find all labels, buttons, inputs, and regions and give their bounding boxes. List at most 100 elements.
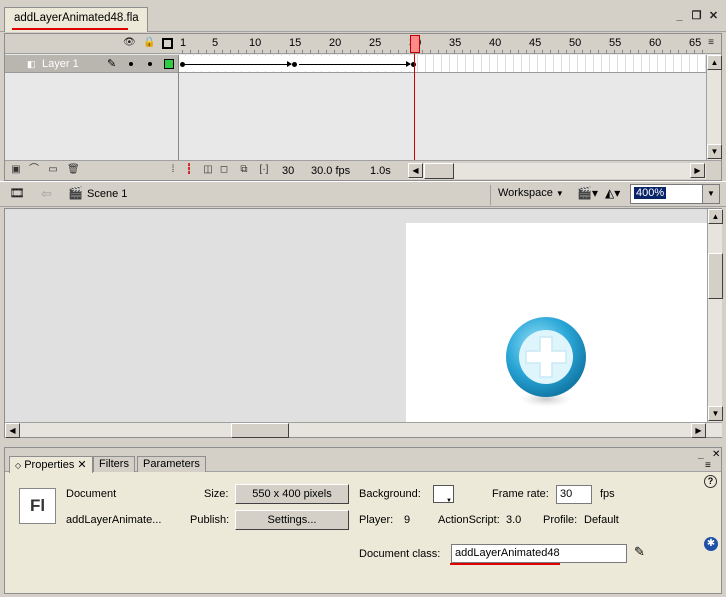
publish-settings-button[interactable]: Settings... <box>235 510 349 530</box>
chevron-down-icon: ▼ <box>555 189 564 198</box>
document-class-input[interactable]: addLayerAnimated48 <box>451 544 627 563</box>
close-icon[interactable]: ✕ <box>712 449 720 460</box>
outline-icon[interactable] <box>162 38 173 49</box>
ruler-tick <box>310 50 311 54</box>
scroll-thumb[interactable] <box>424 163 454 179</box>
add-motion-guide-icon[interactable]: ⌒ <box>28 164 40 176</box>
ruler-frame-label: 55 <box>609 37 622 49</box>
ruler-tick <box>374 50 375 54</box>
stage-vscroll[interactable]: ▲ ▼ <box>707 209 723 422</box>
frame-rate-input[interactable]: 30 <box>556 485 592 504</box>
ruler-frame-label: 1 <box>180 37 187 49</box>
document-class-label: Document class: <box>359 548 441 560</box>
ruler-tick <box>334 50 335 54</box>
ruler-tick <box>238 50 239 54</box>
edit-symbols-icon[interactable]: ◭▾ <box>605 186 620 200</box>
zoom-combobox[interactable]: 400% ▼ <box>630 184 720 204</box>
playhead[interactable] <box>410 35 420 53</box>
ruler-tick <box>670 50 671 54</box>
tab-properties[interactable]: ◇ Properties ✕ <box>9 456 93 473</box>
ruler-tick <box>494 50 495 54</box>
ruler-tick <box>254 50 255 54</box>
delete-layer-icon[interactable]: 🗑 <box>67 164 80 176</box>
modify-onion-markers-icon[interactable]: [·] <box>258 164 270 176</box>
frames-area[interactable] <box>178 55 708 73</box>
stage[interactable] <box>406 223 707 422</box>
chevron-down-icon[interactable]: ▼ <box>702 185 719 203</box>
background-color-swatch[interactable]: ▼ <box>433 485 454 504</box>
scroll-right-icon[interactable]: ▶ <box>691 423 706 438</box>
scroll-right-icon[interactable]: ▶ <box>690 163 705 178</box>
tab-parameters[interactable]: Parameters <box>137 456 206 472</box>
layer-name-cell[interactable]: ◧ Layer 1 ✎ <box>5 55 178 73</box>
ruler-tick <box>678 50 679 54</box>
workspace-label: Workspace <box>498 187 553 199</box>
timeline-toggle-icon[interactable]: 🎞 <box>8 186 26 202</box>
ruler-tick <box>390 50 391 54</box>
zoom-value[interactable]: 400% <box>634 187 667 199</box>
scroll-down-icon[interactable]: ▼ <box>707 144 722 159</box>
ruler-tick <box>190 50 191 54</box>
timeline-vscroll[interactable]: ▲ ▼ <box>706 55 722 160</box>
tab-filters[interactable]: Filters <box>93 456 135 472</box>
minimize-icon[interactable]: _ <box>698 449 704 460</box>
scroll-left-icon[interactable]: ◀ <box>408 163 423 178</box>
timeline-empty-area <box>5 74 721 160</box>
help-icon[interactable]: ? <box>704 475 717 488</box>
minimize-icon[interactable]: _ <box>673 10 686 22</box>
scroll-left-icon[interactable]: ◀ <box>5 423 20 438</box>
scroll-up-icon[interactable]: ▲ <box>707 55 722 70</box>
properties-panel: ◇ Properties ✕ Filters Parameters _ ✕ ≡ … <box>4 447 722 594</box>
timeline-hscroll[interactable]: ◀ ▶ <box>408 163 706 179</box>
layer-row[interactable]: ◧ Layer 1 ✎ <box>5 55 721 73</box>
ruler-tick <box>654 50 655 54</box>
accessibility-icon[interactable]: ✱ <box>704 537 718 551</box>
keyframe[interactable] <box>292 62 297 67</box>
timeline-menu-icon[interactable]: ≡ <box>705 37 717 49</box>
close-icon[interactable]: ✕ <box>707 10 720 22</box>
scene-label[interactable]: Scene 1 <box>87 188 127 200</box>
edit-multiple-frames-icon[interactable]: ⧉ <box>238 164 250 176</box>
frame-ruler[interactable]: 15101520253035404550556065 <box>178 34 708 54</box>
pencil-icon[interactable]: ✎ <box>634 544 645 560</box>
eye-icon[interactable]: 👁 <box>123 37 136 49</box>
visibility-dot[interactable] <box>129 62 133 66</box>
ruler-tick <box>598 50 599 54</box>
ruler-tick <box>558 50 559 54</box>
center-frame-icon[interactable]: ┇ <box>183 164 195 176</box>
stage-workspace[interactable]: ▲ ▼ ◀ ▶ <box>4 208 723 438</box>
onion-skin-icon[interactable]: ◫ <box>202 164 214 176</box>
ruler-tick <box>326 50 327 54</box>
tab-label: Parameters <box>143 458 200 470</box>
ruler-tick <box>638 50 639 54</box>
diamond-icon: ◇ <box>15 461 22 470</box>
motion-tween-span[interactable] <box>178 56 416 71</box>
back-arrow-icon[interactable]: ⇦ <box>41 186 52 202</box>
restore-icon[interactable]: ❐ <box>690 10 703 22</box>
workspace-menu[interactable]: Workspace ▼ <box>498 187 564 199</box>
lock-icon[interactable]: 🔒 <box>143 37 155 49</box>
ruler-tick <box>198 50 199 54</box>
actionscript-value: 3.0 <box>506 514 522 526</box>
panel-menu-icon[interactable]: ≡ <box>705 460 711 471</box>
ruler-tick <box>662 50 663 54</box>
scroll-up-icon[interactable]: ▲ <box>708 209 723 224</box>
ruler-tick <box>566 50 567 54</box>
stage-hscroll[interactable]: ◀ ▶ <box>5 422 722 438</box>
onion-skin-outlines-icon[interactable]: ◻ <box>218 164 230 176</box>
add-button-graphic[interactable] <box>504 317 594 413</box>
ruler-tick <box>382 50 383 54</box>
insert-folder-icon[interactable]: ▭ <box>47 164 59 176</box>
document-type-icon: Fl <box>19 488 56 524</box>
close-icon[interactable]: ✕ <box>77 459 86 471</box>
lock-dot[interactable] <box>148 62 152 66</box>
size-button[interactable]: 550 x 400 pixels <box>235 484 349 504</box>
ruler-tick <box>438 50 439 54</box>
edit-scene-icon[interactable]: 🎬▾ <box>577 186 598 200</box>
scroll-thumb[interactable] <box>708 253 723 299</box>
scroll-down-icon[interactable]: ▼ <box>708 406 723 421</box>
scroll-thumb[interactable] <box>231 423 289 438</box>
outline-color-swatch[interactable] <box>164 59 174 69</box>
frame-rate-label: Frame rate: <box>492 488 549 500</box>
insert-layer-icon[interactable]: ▣ <box>10 164 22 176</box>
